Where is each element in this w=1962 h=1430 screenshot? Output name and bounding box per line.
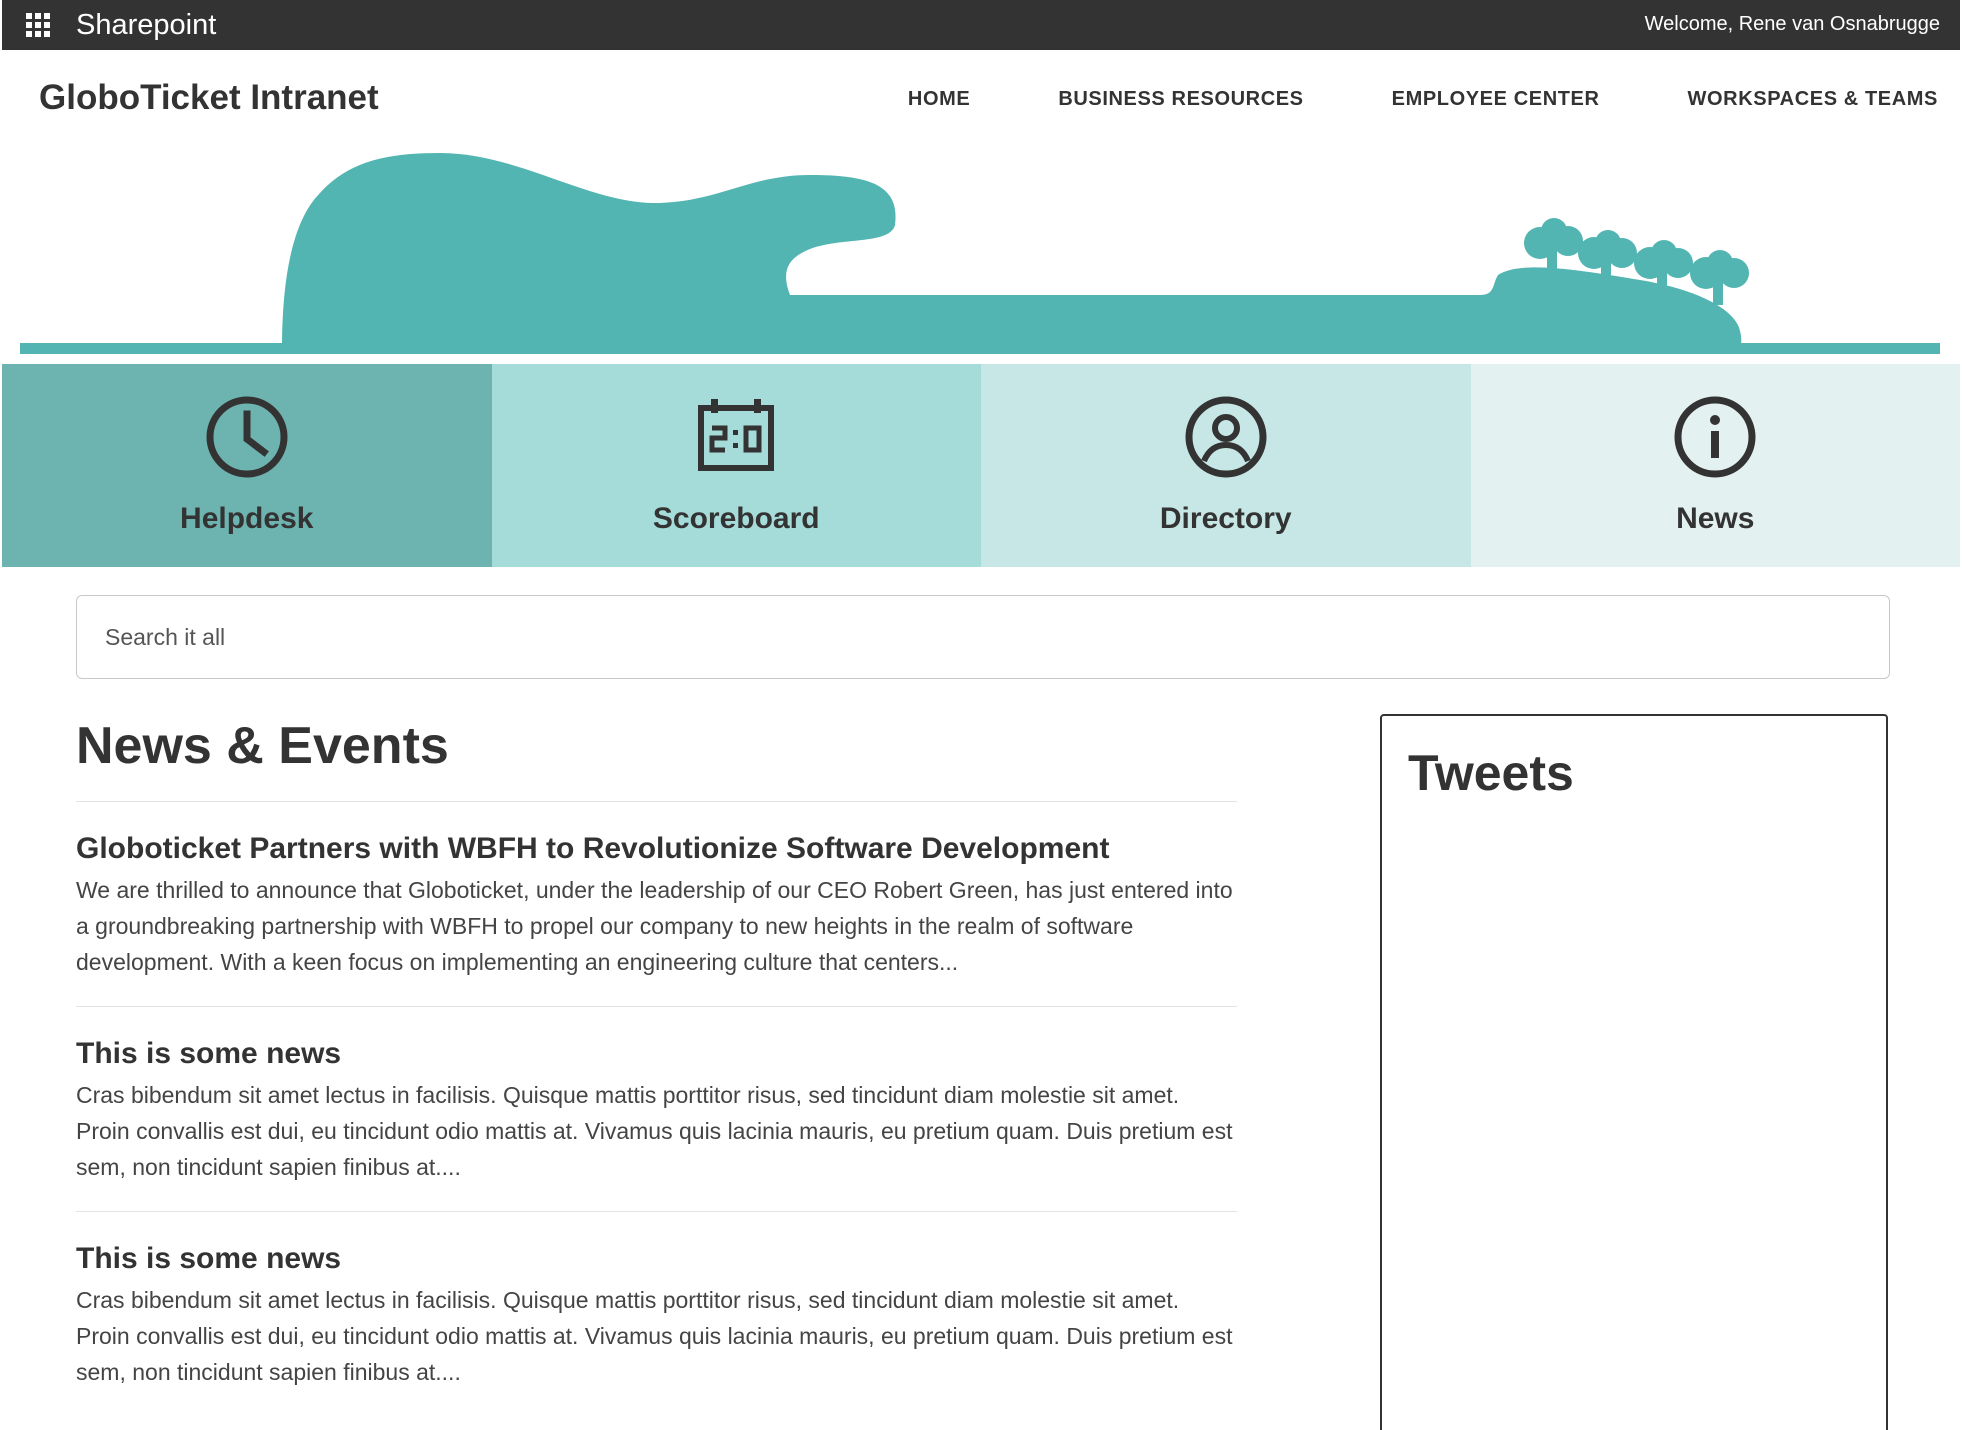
news-heading: News & Events <box>76 717 449 775</box>
tweets-panel: Tweets <box>1380 714 1888 1430</box>
person-icon <box>1185 396 1267 478</box>
top-navigation: HOME BUSINESS RESOURCES EMPLOYEE CENTER … <box>820 88 1938 111</box>
site-title[interactable]: GloboTicket Intranet <box>39 78 379 118</box>
app-launcher-icon[interactable] <box>26 13 50 37</box>
nav-item-home[interactable]: HOME <box>908 88 970 111</box>
welcome-text[interactable]: Welcome, Rene van Osnabrugge <box>1645 13 1940 36</box>
page: Sharepoint Welcome, Rene van Osnabrugge … <box>2 0 1960 1430</box>
search-input[interactable] <box>76 595 1890 679</box>
news-item: This is some news Cras bibendum sit amet… <box>76 1211 1237 1416</box>
news-item: Globoticket Partners with WBFH to Revolu… <box>76 801 1237 1006</box>
tile-label: Scoreboard <box>652 502 820 535</box>
news-title-link[interactable]: This is some news <box>76 1037 1237 1071</box>
news-list: Globoticket Partners with WBFH to Revolu… <box>76 801 1237 1416</box>
tile-helpdesk[interactable]: Helpdesk <box>2 364 492 567</box>
news-summary: Cras bibendum sit amet lectus in facilis… <box>76 1082 1233 1180</box>
news-title-link[interactable]: Globoticket Partners with WBFH to Revolu… <box>76 832 1237 866</box>
nav-item-business-resources[interactable]: BUSINESS RESOURCES <box>1058 88 1303 111</box>
nav-item-employee-center[interactable]: EMPLOYEE CENTER <box>1392 88 1600 111</box>
info-icon <box>1674 396 1756 478</box>
tile-news[interactable]: News <box>1470 364 1960 567</box>
clock-icon <box>206 396 288 478</box>
news-summary: Cras bibendum sit amet lectus in facilis… <box>76 1287 1233 1385</box>
tile-directory[interactable]: Directory <box>981 364 1471 567</box>
news-item: This is some news Cras bibendum sit amet… <box>76 1006 1237 1211</box>
tile-label: News <box>1676 502 1755 535</box>
suite-title[interactable]: Sharepoint <box>76 9 216 42</box>
nav-item-workspaces-teams[interactable]: WORKSPACES & TEAMS <box>1688 88 1938 111</box>
tweets-heading: Tweets <box>1408 745 1574 801</box>
tile-label: Helpdesk <box>180 502 314 535</box>
guitar-banner-image <box>20 153 1940 354</box>
scoreboard-icon <box>698 399 775 471</box>
tile-scoreboard[interactable]: Scoreboard <box>491 364 981 567</box>
news-summary: We are thrilled to announce that Globoti… <box>76 877 1233 975</box>
tile-label: Directory <box>1159 502 1292 535</box>
suite-bar: Sharepoint Welcome, Rene van Osnabrugge <box>2 0 1960 50</box>
quick-links: Helpdesk Scoreboard Directory News <box>2 364 1960 567</box>
news-title-link[interactable]: This is some news <box>76 1242 1237 1276</box>
